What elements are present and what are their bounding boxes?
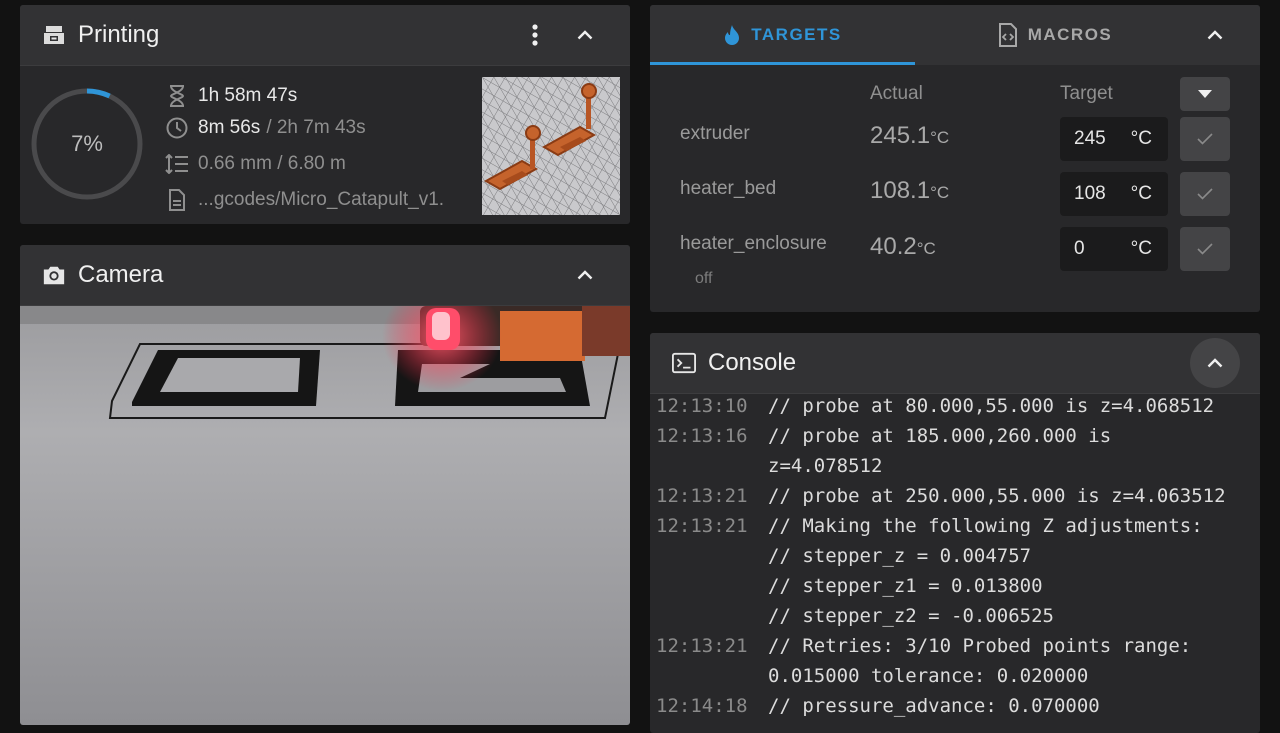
- chevron-up-icon: [1207, 30, 1223, 40]
- heater-name-bed: heater_bed: [680, 178, 777, 199]
- console-card: Console 12:13:10 // probe at 80.000,55.00…: [650, 333, 1260, 733]
- tab-targets[interactable]: TARGETS: [650, 5, 915, 65]
- console-header: Console: [650, 333, 1260, 394]
- camera-card: Camera: [20, 245, 630, 725]
- file-icon: [165, 188, 189, 212]
- camera-stream: [20, 306, 630, 725]
- layer-height: 0.66 mm / 6.80 m: [198, 153, 346, 174]
- console-timestamp: 12:13:21: [656, 485, 748, 507]
- check-icon: [1197, 133, 1213, 145]
- console-message-line: // probe at 185.000,260.000 is: [768, 425, 1112, 447]
- apply-bed-button[interactable]: [1180, 172, 1230, 216]
- targets-tabs: TARGETS MACROS: [650, 5, 1260, 65]
- collapse-printing-button[interactable]: [561, 5, 609, 65]
- console-timestamp: 12:13:21: [656, 635, 748, 657]
- actual-temp-bed: 108.1°C: [870, 177, 950, 204]
- print-thumbnail: [482, 77, 620, 215]
- more-menu-button[interactable]: [511, 5, 559, 65]
- code-file-icon: [998, 23, 1018, 47]
- elapsed-time: 1h 58m 47s: [198, 85, 298, 106]
- presets-dropdown-button[interactable]: [1180, 77, 1230, 111]
- console-timestamp: 12:13:21: [656, 515, 748, 537]
- chevron-up-icon: [577, 270, 593, 280]
- progress-percent: 7%: [71, 131, 103, 156]
- chevron-up-icon: [577, 30, 593, 40]
- actual-temp-extruder: 245.1°C: [870, 122, 950, 149]
- tab-targets-label: TARGETS: [751, 25, 842, 44]
- collapse-console-button[interactable]: [1190, 338, 1240, 388]
- target-input-enclosure[interactable]: 0 °C: [1060, 227, 1168, 271]
- check-icon: [1197, 243, 1213, 255]
- actual-temp-enclosure: 40.2°C: [870, 233, 936, 260]
- actual-column-header: Actual: [870, 83, 923, 104]
- chevron-up-icon: [1207, 358, 1223, 368]
- console-entry: 12:14:18 // pressure_advance: 0.070000: [650, 693, 1260, 723]
- console-log[interactable]: 12:13:10 // probe at 80.000,55.000 is z=4…: [650, 393, 1260, 733]
- layer-row: 0.66 mm / 6.80 m: [165, 150, 346, 178]
- console-timestamp: 12:13:16: [656, 425, 748, 447]
- clock-icon: [165, 116, 189, 140]
- tab-macros[interactable]: MACROS: [970, 5, 1140, 65]
- console-message-line: // probe at 250.000,55.000 is z=4.063512: [768, 485, 1226, 507]
- console-message-line: // stepper_z2 = -0.006525: [768, 605, 1054, 627]
- check-icon: [1197, 188, 1213, 200]
- camera-header: Camera: [20, 245, 630, 306]
- collapse-camera-button[interactable]: [561, 245, 609, 305]
- collapse-targets-button[interactable]: [1191, 5, 1239, 65]
- console-message-line: // Making the following Z adjustments:: [768, 515, 1203, 537]
- target-input-extruder[interactable]: 245 °C: [1060, 117, 1168, 161]
- target-column-header: Target: [1060, 83, 1113, 104]
- console-entry: 12:13:10 // probe at 80.000,55.000 is z=4…: [650, 393, 1260, 423]
- console-message-line: 0.015000 tolerance: 0.020000: [768, 665, 1089, 687]
- active-tab-indicator: [650, 62, 915, 65]
- enclosure-status: off: [695, 270, 713, 287]
- console-message-line: // probe at 80.000,55.000 is z=4.068512: [768, 395, 1215, 417]
- terminal-icon: [672, 351, 696, 375]
- eta-row: 8m 56s / 2h 7m 43s: [165, 114, 366, 142]
- elapsed-row: 1h 58m 47s: [165, 82, 297, 110]
- console-message-line: // pressure_advance: 0.070000: [768, 695, 1100, 717]
- camera-title: Camera: [78, 261, 164, 288]
- caret-down-icon: [1198, 90, 1212, 98]
- console-message-line: z=4.078512: [768, 455, 883, 477]
- console-title: Console: [708, 349, 797, 376]
- filename: ...gcodes/Micro_Catapult_v1.: [198, 189, 445, 210]
- console-entry: 12:13:21 // Making the following Z adjust…: [650, 513, 1260, 633]
- camera-icon: [42, 263, 66, 287]
- targets-card: TARGETS MACROS Actual Target extruder 24…: [650, 5, 1260, 312]
- remaining-time: 8m 56s: [198, 117, 261, 138]
- tab-macros-label: MACROS: [1027, 25, 1113, 44]
- target-input-bed[interactable]: 108 °C: [1060, 172, 1168, 216]
- more-vertical-icon: [532, 24, 538, 46]
- file-row: ...gcodes/Micro_Catapult_v1.: [165, 186, 444, 214]
- heater-name-enclosure: heater_enclosure: [680, 233, 827, 254]
- heater-name-extruder: extruder: [680, 123, 750, 144]
- apply-extruder-button[interactable]: [1180, 117, 1230, 161]
- console-timestamp: 12:14:18: [656, 695, 748, 717]
- fire-icon: [723, 24, 741, 46]
- printing-title: Printing: [78, 21, 160, 48]
- console-message-line: // Retries: 3/10 Probed points range:: [768, 635, 1192, 657]
- console-message-line: // stepper_z1 = 0.013800: [768, 575, 1043, 597]
- console-entry: 12:13:21 // probe at 250.000,55.000 is z=…: [650, 483, 1260, 513]
- hourglass-icon: [165, 84, 189, 108]
- printing-card: Printing 7% 1h 58m 47s 8m 56s / 2h 7m 43…: [20, 5, 630, 224]
- console-entry: 12:13:16 // probe at 185.000,260.000 is z=…: [650, 423, 1260, 483]
- console-entry: 12:13:21 // Retries: 3/10 Probed points r…: [650, 633, 1260, 693]
- printer-icon: [42, 23, 66, 47]
- total-time: / 2h 7m 43s: [266, 117, 366, 138]
- console-timestamp: 12:13:10: [656, 395, 748, 417]
- apply-enclosure-button[interactable]: [1180, 227, 1230, 271]
- console-message-line: // stepper_z = 0.004757: [768, 545, 1032, 567]
- layer-height-icon: [165, 152, 189, 176]
